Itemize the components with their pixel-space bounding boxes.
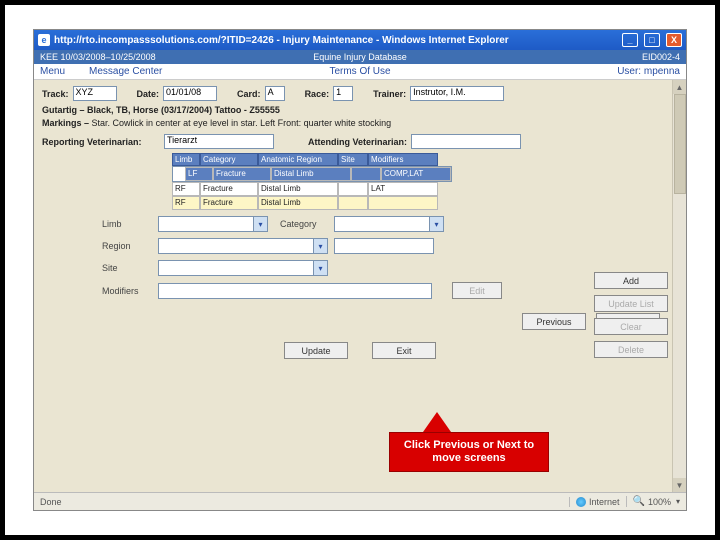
header-left: KEE 10/03/2008–10/25/2008 <box>40 52 156 62</box>
content-area: ▲ ▼ Track: XYZ Date: 01/01/08 Card: A Ra… <box>34 80 686 492</box>
attending-vet-input[interactable] <box>411 134 521 149</box>
header-center: Equine Injury Database <box>313 52 407 62</box>
menu-link[interactable]: Menu <box>40 66 65 77</box>
grid-row[interactable]: RF Fracture Distal Limb <box>172 196 452 210</box>
track-input[interactable]: XYZ <box>73 86 117 101</box>
scroll-down-icon[interactable]: ▼ <box>673 478 686 492</box>
card-label: Card: <box>237 89 261 99</box>
date-input[interactable]: 01/01/08 <box>163 86 217 101</box>
markings-label: Markings – <box>42 118 89 128</box>
callout-arrow-icon <box>423 412 451 432</box>
trainer-input[interactable]: Instrutor, I.M. <box>410 86 504 101</box>
status-internet: Internet <box>589 497 620 507</box>
status-done: Done <box>40 497 62 507</box>
race-label: Race: <box>305 89 330 99</box>
injury-grid: Limb Category Anatomic Region Site Modif… <box>172 153 452 210</box>
card-input[interactable]: A <box>265 86 285 101</box>
scroll-thumb[interactable] <box>674 94 686 194</box>
terms-link[interactable]: Terms Of Use <box>329 66 390 77</box>
region-select[interactable]: ▾ <box>158 238 328 254</box>
zoom-icon: 🔍 <box>633 496 645 507</box>
maximize-button[interactable]: □ <box>644 33 660 47</box>
window-titlebar: e http://rto.incompasssolutions.com/?ITI… <box>34 30 686 50</box>
globe-icon <box>576 497 586 507</box>
attending-vet-label: Attending Veterinarian: <box>308 137 407 147</box>
region-text[interactable] <box>334 238 434 254</box>
app-header: KEE 10/03/2008–10/25/2008 Equine Injury … <box>34 50 686 64</box>
limb-select[interactable]: ▾ <box>158 216 268 232</box>
grid-header: Category <box>200 153 258 166</box>
modifiers-label: Modifiers <box>102 286 152 296</box>
chevron-down-icon[interactable]: ▾ <box>676 497 680 506</box>
chevron-down-icon: ▾ <box>313 239 327 253</box>
instruction-callout: Click Previous or Next to move screens <box>389 412 549 472</box>
horse-description: Gutartig – Black, TB, Horse (03/17/2004)… <box>42 105 678 115</box>
trainer-label: Trainer: <box>373 89 406 99</box>
scroll-up-icon[interactable]: ▲ <box>673 80 686 94</box>
close-button[interactable]: X <box>666 33 682 47</box>
message-center-link[interactable]: Message Center <box>89 66 162 77</box>
modifiers-input[interactable] <box>158 283 432 299</box>
grid-row[interactable]: LF Fracture Distal Limb COMP,LAT <box>172 166 452 182</box>
race-input[interactable]: 1 <box>333 86 353 101</box>
status-bar: Done Internet 🔍100% ▾ <box>34 492 686 510</box>
grid-header: Anatomic Region <box>258 153 338 166</box>
reporting-vet-label: Reporting Veterinarian: <box>42 137 160 147</box>
grid-header: Limb <box>172 153 200 166</box>
category-select[interactable]: ▾ <box>334 216 444 232</box>
grid-header: Modifiers <box>368 153 438 166</box>
chevron-down-icon: ▾ <box>253 217 267 231</box>
menu-bar: Menu Message Center Terms Of Use User: m… <box>34 64 686 80</box>
minimize-button[interactable]: _ <box>622 33 638 47</box>
add-button[interactable]: Add <box>594 272 668 289</box>
chevron-down-icon: ▾ <box>429 217 443 231</box>
ie-icon: e <box>38 34 50 46</box>
site-label: Site <box>102 263 152 273</box>
window-title: http://rto.incompasssolutions.com/?ITID=… <box>54 35 509 46</box>
category-label: Category <box>280 219 328 229</box>
status-zoom: 100% <box>648 497 671 507</box>
exit-button[interactable]: Exit <box>372 342 436 359</box>
track-label: Track: <box>42 89 69 99</box>
region-label: Region <box>102 241 152 251</box>
previous-button[interactable]: Previous <box>522 313 586 330</box>
update-button[interactable]: Update <box>284 342 348 359</box>
date-label: Date: <box>137 89 160 99</box>
site-select[interactable]: ▾ <box>158 260 328 276</box>
markings-value: Star. Cowlick in center at eye level in … <box>92 118 392 128</box>
chevron-down-icon: ▾ <box>313 261 327 275</box>
reporting-vet-input[interactable]: Tierarzt <box>164 134 274 149</box>
grid-row[interactable]: RF Fracture Distal Limb LAT <box>172 182 452 196</box>
user-label: User: mpenna <box>617 66 680 77</box>
edit-button[interactable]: Edit <box>452 282 502 299</box>
limb-label: Limb <box>102 219 152 229</box>
clear-button[interactable]: Clear <box>594 318 668 335</box>
callout-text: Click Previous or Next to move screens <box>389 432 549 472</box>
delete-button[interactable]: Delete <box>594 341 668 358</box>
grid-header: Site <box>338 153 368 166</box>
update-list-button[interactable]: Update List <box>594 295 668 312</box>
header-right: EID002-4 <box>642 52 680 62</box>
scrollbar[interactable]: ▲ ▼ <box>672 80 686 492</box>
